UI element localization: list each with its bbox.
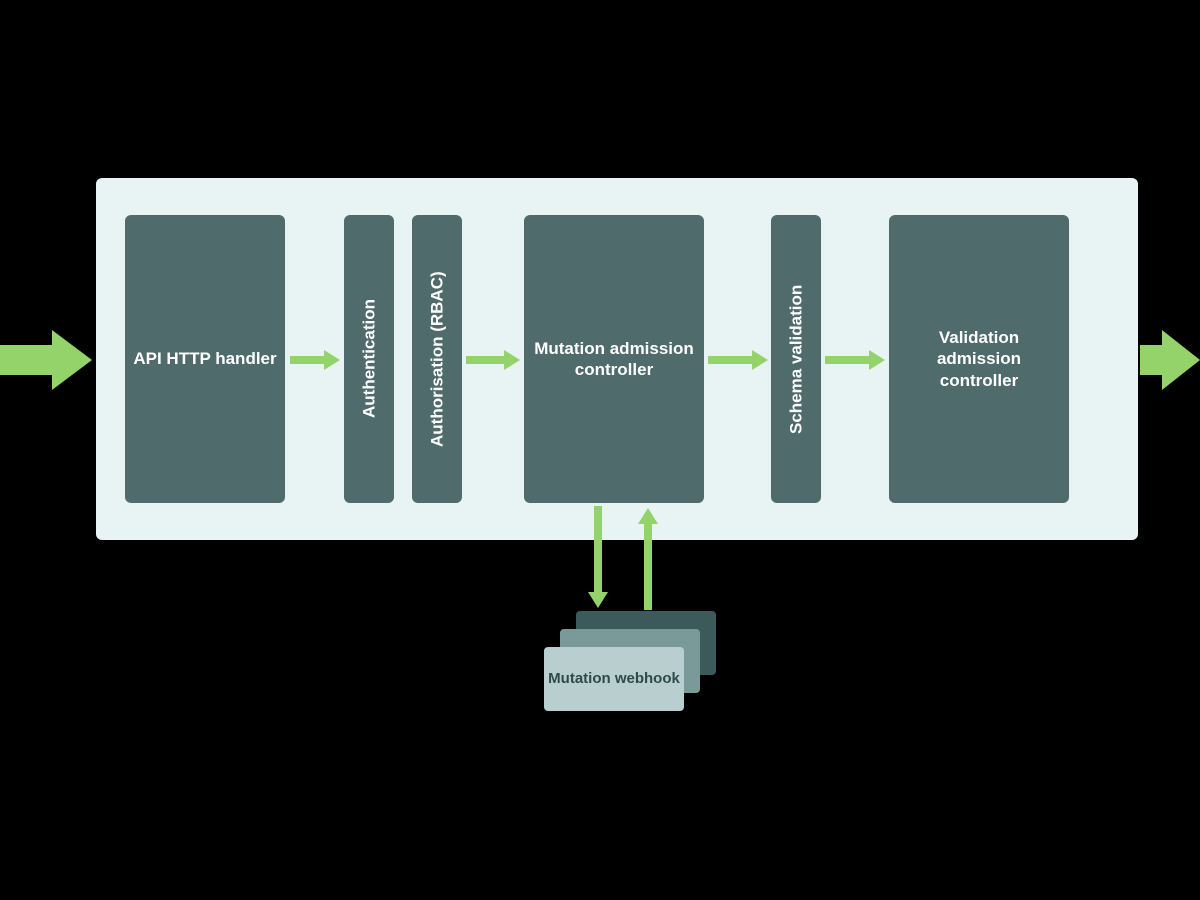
box-authentication: Authentication [344, 215, 394, 503]
webhook-label: Mutation webhook [548, 670, 680, 688]
arrow-schema-to-validation [825, 348, 885, 372]
box-mutation-admission-controller: Mutation admission controller [524, 215, 704, 503]
arrow-api-to-authn [290, 348, 340, 372]
box-validation-admission-controller: Validation admission controller [889, 215, 1069, 503]
arrow-entry [0, 330, 96, 390]
arrow-mutation-to-webhook [586, 506, 610, 610]
box-label: Schema validation [785, 284, 806, 433]
box-label: API HTTP handler [133, 348, 276, 369]
box-api-http-handler: API HTTP handler [125, 215, 285, 503]
arrow-webhook-to-mutation [636, 506, 660, 610]
box-authorisation: Authorisation (RBAC) [412, 215, 462, 503]
arrow-mutation-to-schema [708, 348, 768, 372]
box-schema-validation: Schema validation [771, 215, 821, 503]
webhook-card-front: Mutation webhook [544, 647, 684, 711]
box-label: Authentication [358, 300, 379, 419]
box-label: Validation admission controller [897, 327, 1061, 391]
diagram-canvas: API HTTP handler Authentication Authoris… [0, 0, 1200, 900]
arrow-authz-to-mutation [466, 348, 520, 372]
box-label: Mutation admission controller [532, 338, 696, 381]
box-label: Authorisation (RBAC) [426, 271, 447, 447]
arrow-exit [1140, 330, 1200, 390]
